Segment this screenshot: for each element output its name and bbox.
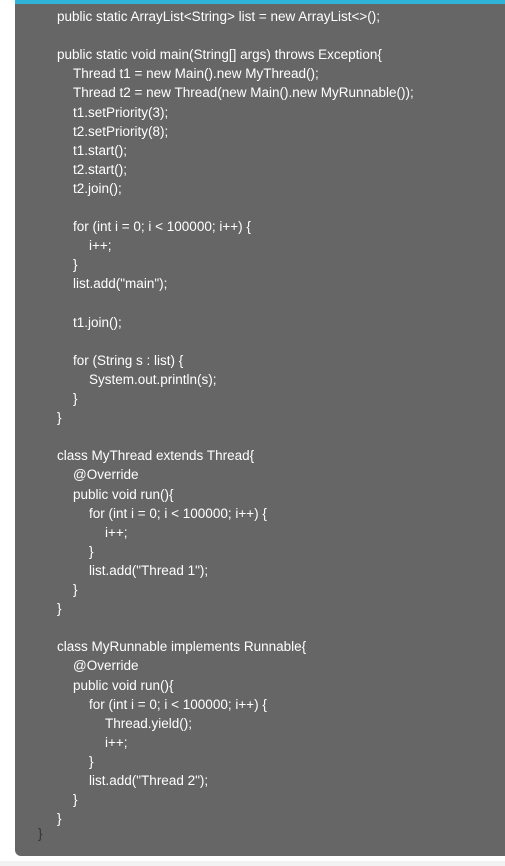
code-line: class MyRunnable implements Runnable{ <box>57 639 307 655</box>
code-line: i++; <box>89 238 112 254</box>
code-line: @Override <box>73 658 139 674</box>
code-line: list.add("main"); <box>73 276 168 292</box>
code-line: public static ArrayList<String> list = n… <box>57 9 381 24</box>
outer-closing-brace: } <box>38 826 43 841</box>
code-line: } <box>57 410 62 426</box>
code-line: t1.join(); <box>73 314 122 330</box>
code-line: Thread.yield(); <box>105 715 193 731</box>
code-line: t2.join(); <box>73 180 122 196</box>
code-line: Thread t1 = new Main().new MyThread(); <box>73 66 319 82</box>
code-line: @Override <box>73 467 139 483</box>
code-line: i++; <box>105 524 128 540</box>
code-line: t2.start(); <box>73 161 128 177</box>
code-line: } <box>57 601 62 617</box>
code-line: Thread t2 = new Thread(new Main().new My… <box>73 85 414 101</box>
code-line: } <box>73 792 78 808</box>
code-line: class MyThread extends Thread{ <box>57 448 255 464</box>
code-line: for (int i = 0; i < 100000; i++) { <box>89 505 267 521</box>
code-line: } <box>73 391 78 406</box>
code-line: t1.start(); <box>73 142 128 158</box>
page: public static ArrayList<String> list = n… <box>0 0 505 866</box>
code-line: } <box>73 582 78 597</box>
code-line: for (int i = 0; i < 100000; i++) { <box>89 696 267 712</box>
code-line: System.out.println(s); <box>89 371 217 387</box>
code-lines: public static ArrayList<String> list = n… <box>0 0 505 866</box>
code-line: list.add("Thread 1"); <box>89 562 209 578</box>
code-line: t1.setPriority(3); <box>73 104 169 120</box>
code-line: for (int i = 0; i < 100000; i++) { <box>73 219 251 235</box>
code-line: } <box>89 543 94 559</box>
code-line: public void run(){ <box>73 486 174 502</box>
code-line: list.add("Thread 2"); <box>89 773 209 788</box>
code-line: public void run(){ <box>73 677 174 693</box>
code-line: t2.setPriority(8); <box>73 123 169 139</box>
code-line: } <box>57 811 62 827</box>
code-line: } <box>73 257 78 273</box>
code-line: public static void main(String[] args) t… <box>57 47 382 63</box>
code-line: i++; <box>105 734 128 750</box>
code-line: } <box>89 753 94 769</box>
code-line: for (String s : list) { <box>73 352 184 368</box>
